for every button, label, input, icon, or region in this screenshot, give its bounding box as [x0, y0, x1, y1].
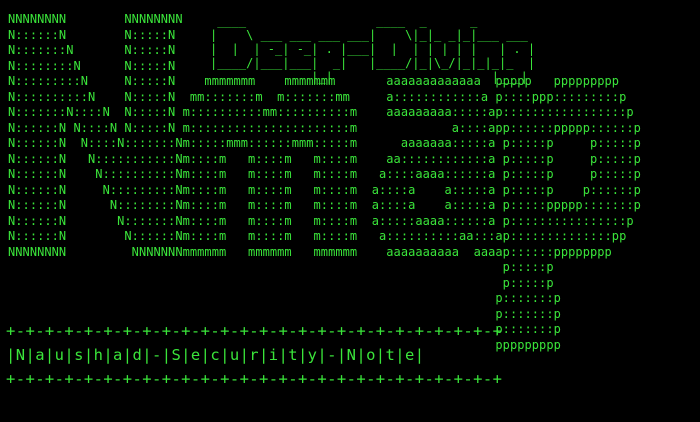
ascii-art-line: NNNNNNNN NNNNNNNmmmmmm mmmmmm mmmmmm aaa… [8, 244, 612, 259]
banner-border-top: +-+-+-+-+-+-+-+-+-+-+-+-+-+-+-+-+-+-+-+-… [6, 322, 503, 340]
ascii-art-line: N::::::N N::::::Nm::::m m::::m m::::m a:… [8, 229, 627, 243]
ascii-art-line: N::::::N N:::::::::::Nm::::m m::::m m:::… [8, 151, 641, 166]
ascii-art-line: N::::::::::N N:::::N mm:::::::m m:::::::… [8, 89, 627, 104]
terminal-window: NNNNNNNN NNNNNNNN N::::::N N:::::N N::::… [0, 0, 700, 422]
ascii-art-line: N::::::N N::::::::Nm::::m m::::m m::::m … [8, 198, 641, 212]
deep-diving-title-art: ____ ____ _ _ | \ ___ ___ ___ ___| \|_|_… [210, 14, 536, 84]
ascii-art-line: p:::::::p [8, 306, 561, 321]
ascii-art-line: N::::::N N:::::N [8, 27, 176, 42]
ascii-art-line: p:::::::p [8, 291, 561, 305]
banner-text: |N|a|u|s|h|a|d|-|S|e|c|u|r|i|t|y|-|N|o|t… [6, 346, 425, 364]
ascii-art-line: N::::::N N::::N:::::::Nm:::::mmm::::::mm… [8, 136, 641, 150]
banner-border-bottom: +-+-+-+-+-+-+-+-+-+-+-+-+-+-+-+-+-+-+-+-… [6, 370, 503, 388]
ascii-art-line: NNNNNNNN NNNNNNNN [8, 12, 183, 26]
ascii-art-line: N::::::N N:::::::Nm::::m m::::m m::::m a… [8, 213, 634, 228]
ascii-art-line: N::::::N N::::::::::Nm::::m m::::m m::::… [8, 167, 641, 181]
ascii-art-line: N::::::::N N:::::N [8, 58, 176, 73]
ascii-art-line: N:::::::N::::N N:::::N m::::::::::mm::::… [8, 105, 634, 119]
ascii-art-line: N::::::N N::::N N:::::N m:::::::::::::::… [8, 120, 641, 135]
ascii-art-line: p:::::p [8, 275, 554, 290]
ascii-art-line: p:::::p [8, 260, 554, 274]
ascii-art-line: N::::::N N:::::::::Nm::::m m::::m m::::m… [8, 182, 641, 197]
ascii-art-line: N:::::::N N:::::N [8, 43, 176, 57]
